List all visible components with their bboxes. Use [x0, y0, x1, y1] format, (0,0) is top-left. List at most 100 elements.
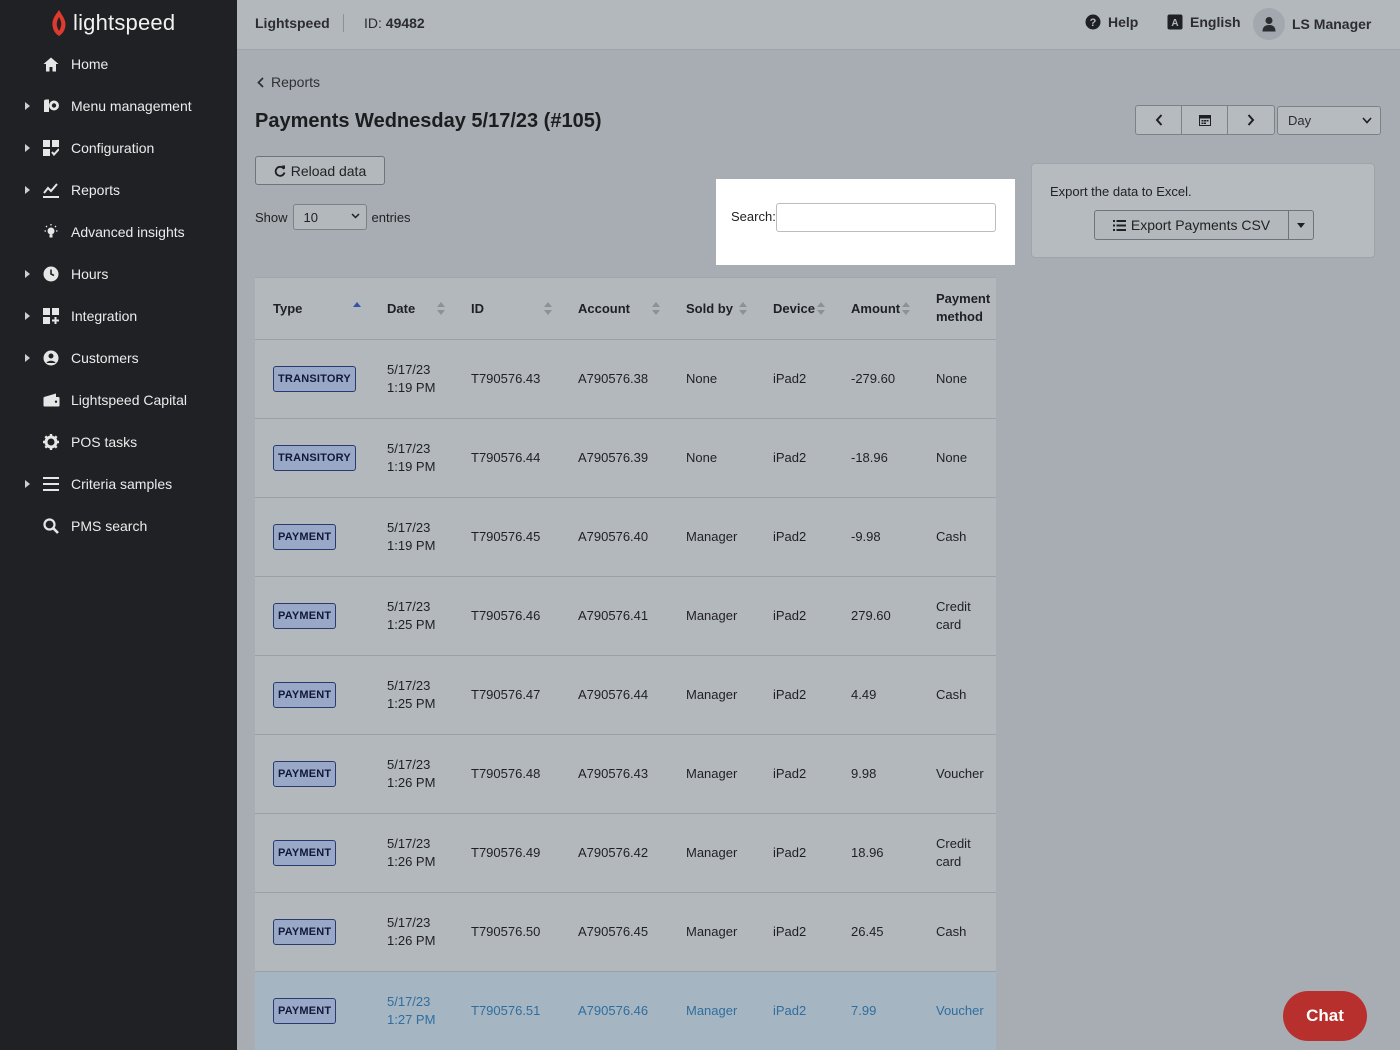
- sidebar-item-reports[interactable]: Reports: [0, 169, 237, 211]
- period-select[interactable]: Day: [1277, 106, 1381, 135]
- sidebar-item-integration[interactable]: Integration: [0, 295, 237, 337]
- breadcrumb[interactable]: Reports: [257, 74, 320, 90]
- column-header-label: Type: [273, 300, 303, 316]
- entries-per-page-select[interactable]: 10: [292, 204, 367, 230]
- cell-sold-by: None: [668, 418, 755, 498]
- column-header-date[interactable]: Date: [369, 278, 453, 340]
- cell-id: T790576.44: [453, 418, 560, 498]
- table-row[interactable]: PAYMENT 5/17/23 1:27 PM T790576.51 A790576.…: [255, 971, 996, 1050]
- calendar-button[interactable]: [1182, 106, 1228, 134]
- divider: [343, 14, 344, 32]
- sidebar-item-label: Integration: [71, 308, 138, 324]
- amount-value: -18.96: [851, 449, 888, 465]
- sidebar-item-advanced-insights[interactable]: Advanced insights: [0, 211, 237, 253]
- search-panel: Search:: [716, 179, 1015, 265]
- id-value: T790576.44: [471, 449, 541, 465]
- show-entries: Show 10 entries: [255, 204, 411, 230]
- cell-date: 5/17/23 1:19 PM: [369, 418, 453, 498]
- sidebar-item-home[interactable]: Home: [0, 43, 237, 85]
- svg-text:?: ?: [1090, 17, 1097, 29]
- sort-icon: [739, 302, 747, 316]
- device-value: iPad2: [773, 1002, 807, 1018]
- table-row[interactable]: PAYMENT 5/17/23 1:26 PM T790576.49 A790576.…: [255, 813, 996, 893]
- user-menu[interactable]: LS Manager: [1253, 8, 1371, 40]
- language-label: English: [1190, 14, 1241, 30]
- help-link[interactable]: ? Help: [1085, 14, 1138, 30]
- sidebar-item-label: Lightspeed Capital: [71, 392, 187, 408]
- previous-day-button[interactable]: [1136, 106, 1182, 134]
- export-options-toggle[interactable]: [1288, 210, 1314, 240]
- sold-by-value: None: [686, 370, 718, 386]
- reload-data-button[interactable]: Reload data: [255, 156, 385, 185]
- column-header-device[interactable]: Device: [755, 278, 833, 340]
- cell-amount: -18.96: [833, 418, 918, 498]
- column-header-amount[interactable]: Amount: [833, 278, 918, 340]
- cell-sold-by: Manager: [668, 813, 755, 893]
- sidebar-item-criteria-samples[interactable]: Criteria samples: [0, 463, 237, 505]
- cell-type: PAYMENT: [255, 813, 369, 893]
- avatar: [1253, 8, 1285, 40]
- language-selector[interactable]: A English: [1167, 14, 1241, 30]
- sort-icon: [817, 302, 825, 316]
- chat-label: Chat: [1306, 1006, 1344, 1025]
- type-badge: PAYMENT: [273, 523, 337, 550]
- logo-text: lightspeed: [73, 10, 176, 35]
- search-input[interactable]: [776, 203, 996, 232]
- sidebar-item-label: Hours: [71, 266, 109, 282]
- column-header-sold-by[interactable]: Sold by: [668, 278, 755, 340]
- cell-date: 5/17/23 1:19 PM: [369, 339, 453, 419]
- sidebar-item-label: POS tasks: [71, 434, 138, 450]
- export-payments-csv-button[interactable]: Export Payments CSV: [1094, 210, 1289, 240]
- type-badge: PAYMENT: [273, 997, 337, 1024]
- sidebar-item-label: Advanced insights: [71, 224, 185, 240]
- cell-method: None: [918, 339, 996, 419]
- table-row[interactable]: PAYMENT 5/17/23 1:25 PM T790576.46 A790576.…: [255, 576, 996, 656]
- table-row[interactable]: PAYMENT 5/17/23 1:25 PM T790576.47 A790576.…: [255, 655, 996, 735]
- id-value: T790576.46: [471, 607, 541, 623]
- sidebar-item-customers[interactable]: Customers: [0, 337, 237, 379]
- table-row[interactable]: PAYMENT 5/17/23 1:26 PM T790576.50 A790576.…: [255, 892, 996, 972]
- account-id-value: 49482: [385, 15, 425, 31]
- table-row[interactable]: PAYMENT 5/17/23 1:26 PM T790576.48 A790576.…: [255, 734, 996, 814]
- cell-amount: -279.60: [833, 339, 918, 419]
- device-value: iPad2: [773, 607, 807, 623]
- cell-id: T790576.47: [453, 655, 560, 735]
- next-day-button[interactable]: [1228, 106, 1274, 134]
- table-row[interactable]: TRANSITORY 5/17/23 1:19 PM T790576.43 A7905…: [255, 339, 996, 419]
- account-id: ID: 49482: [364, 15, 425, 31]
- caret-right-icon: [25, 144, 30, 152]
- type-badge: PAYMENT: [273, 839, 337, 866]
- table-row[interactable]: TRANSITORY 5/17/23 1:19 PM T790576.44 A7905…: [255, 418, 996, 498]
- wallet-icon: [42, 391, 60, 409]
- table-row[interactable]: PAYMENT 5/17/23 1:19 PM T790576.45 A790576.…: [255, 497, 996, 577]
- cell-type: TRANSITORY: [255, 418, 369, 498]
- chat-button[interactable]: Chat: [1283, 991, 1367, 1041]
- user-name: LS Manager: [1292, 16, 1372, 32]
- sidebar-item-pms-search[interactable]: PMS search: [0, 505, 237, 547]
- cell-device: iPad2: [755, 892, 833, 972]
- account-value: A790576.43: [578, 765, 649, 781]
- column-header-account[interactable]: Account: [560, 278, 668, 340]
- lightspeed-logo[interactable]: lightspeed: [50, 8, 175, 38]
- cell-date: 5/17/23 1:19 PM: [369, 497, 453, 577]
- cell-account: A790576.42: [560, 813, 668, 893]
- column-header-id[interactable]: ID: [453, 278, 560, 340]
- column-header-type[interactable]: Type: [255, 278, 369, 340]
- sidebar-item-configuration[interactable]: Configuration: [0, 127, 237, 169]
- sidebar-item-pos-tasks[interactable]: POS tasks: [0, 421, 237, 463]
- cell-date: 5/17/23 1:27 PM: [369, 971, 453, 1050]
- sidebar-item-hours[interactable]: Hours: [0, 253, 237, 295]
- sidebar-item-lightspeed-capital[interactable]: Lightspeed Capital: [0, 379, 237, 421]
- sidebar-item-menu-management[interactable]: Menu management: [0, 85, 237, 127]
- cell-device: iPad2: [755, 497, 833, 577]
- cell-amount: 18.96: [833, 813, 918, 893]
- chevron-down-icon: [351, 213, 360, 219]
- cell-id: T790576.43: [453, 339, 560, 419]
- svg-text:A: A: [1171, 18, 1178, 29]
- cell-sold-by: Manager: [668, 971, 755, 1050]
- integration-icon: [42, 307, 60, 325]
- calendar-icon: [1198, 115, 1211, 126]
- cell-type: PAYMENT: [255, 892, 369, 972]
- column-header-payment-method[interactable]: Payment method: [918, 278, 996, 340]
- chevron-right-icon: [1247, 114, 1255, 126]
